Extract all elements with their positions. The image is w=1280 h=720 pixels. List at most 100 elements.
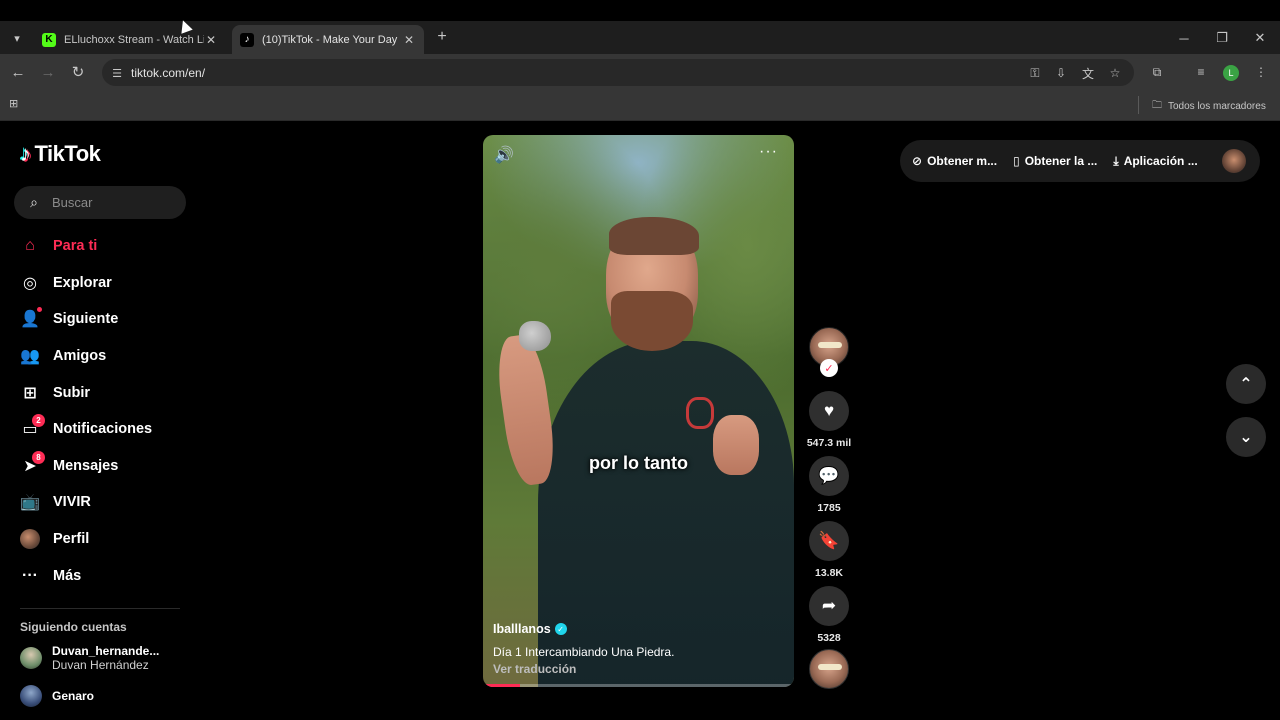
url-text: tiktok.com/en/	[131, 66, 206, 80]
tiktok-icon: ♪	[240, 32, 254, 47]
heart-icon[interactable]: ♥	[809, 391, 849, 431]
notification-badge: 2	[32, 414, 45, 428]
tab-tiktok[interactable]: ♪ (10)TikTok - Make Your Day ✕	[232, 25, 424, 54]
menu-kebab-icon[interactable]: ⋮	[1252, 63, 1270, 81]
search-input[interactable]	[52, 195, 172, 210]
restore-button[interactable]: ❐	[1204, 25, 1240, 51]
new-tab-button[interactable]: +	[432, 27, 452, 47]
bookmarks-divider	[1138, 96, 1139, 114]
get-coins-button[interactable]: ⊘ Obtener m...	[912, 154, 997, 168]
sidebar-item-label: Subir	[53, 384, 91, 401]
sidebar-item-label: Explorar	[53, 274, 112, 291]
previous-video-button[interactable]: ⌃	[1226, 364, 1266, 404]
share-icon[interactable]: ➦	[809, 586, 849, 626]
sidebar-item-label: Mensajes	[53, 457, 119, 474]
volume-icon[interactable]: 🔊	[493, 145, 515, 165]
bookmark-icon[interactable]: 🔖	[809, 521, 849, 561]
tab-kick-stream[interactable]: K ELluchoxx Stream - Watch Live ✕	[34, 25, 226, 54]
rock	[519, 321, 551, 351]
sidebar-item-mensajes[interactable]: ➤ 8 Mensajes	[20, 448, 152, 485]
get-app-label: Obtener la ...	[1024, 154, 1098, 168]
more-icon: ···	[22, 566, 38, 584]
next-video-button[interactable]: ⌄	[1226, 417, 1266, 457]
address-bar[interactable]: ☰ tiktok.com/en/ ⚿ ⇩ 文 ☆	[102, 59, 1134, 86]
download-icon: ⤓	[1113, 153, 1119, 168]
sidebar-item-amigos[interactable]: 👥 Amigos	[20, 338, 152, 375]
tab-search-button[interactable]: ▾	[6, 27, 28, 49]
save-count: 13.8K	[814, 567, 844, 579]
sidebar-item-explorar[interactable]: ◎ Explorar	[20, 265, 152, 302]
upload-icon: ⊞	[23, 384, 37, 402]
extensions-icon[interactable]: ⧉	[1148, 63, 1166, 81]
close-tab-icon[interactable]: ✕	[402, 33, 416, 47]
bookmark-star-icon[interactable]: ☆	[1106, 64, 1124, 82]
media-control-icon[interactable]: ≡	[1192, 63, 1210, 81]
like-count: 547.3 mil	[806, 437, 852, 449]
profile-avatar[interactable]: L	[1223, 65, 1239, 81]
message-badge: 8	[32, 450, 45, 464]
tiktok-logo[interactable]: ♪ TikTok	[20, 141, 101, 167]
comment-action[interactable]: 💬 1785	[806, 456, 852, 514]
sound-disc-icon[interactable]	[809, 649, 849, 689]
site-info-icon[interactable]: ☰	[108, 64, 126, 82]
sidebar-item-para-ti[interactable]: ⌂ Para ti	[20, 228, 152, 265]
avatar[interactable]	[1222, 149, 1246, 173]
install-app-icon[interactable]: ⇩	[1052, 64, 1070, 82]
sidebar-item-notificaciones[interactable]: ▭ 2 Notificaciones	[20, 411, 152, 448]
get-app-button[interactable]: ▯ Obtener la ...	[1013, 154, 1097, 168]
account-username: Genaro	[52, 689, 95, 703]
translate-link[interactable]: Ver traducción	[493, 662, 674, 676]
video-player[interactable]: por lo tanto 🔊 ··· Iballlanos ✓ Día 1 In…	[483, 135, 794, 687]
sidebar-item-subir[interactable]: ⊞ Subir	[20, 374, 152, 411]
search-box[interactable]: ⌕	[14, 186, 186, 219]
coin-icon: ⊘	[912, 154, 923, 168]
more-options-icon[interactable]: ···	[759, 143, 778, 161]
video-subject-hair	[609, 217, 699, 255]
close-tab-icon[interactable]: ✕	[204, 33, 218, 47]
sidebar-divider	[20, 608, 180, 609]
video-subject-beard	[611, 291, 693, 351]
close-window-button[interactable]: ✕	[1242, 25, 1278, 51]
sidebar-item-vivir[interactable]: 📺 VIVIR	[20, 484, 152, 521]
sidebar-item-label: Amigos	[53, 348, 107, 365]
following-icon: 👤	[20, 307, 42, 329]
sidebar-item-siguiente[interactable]: 👤 Siguiente	[20, 301, 152, 338]
avatar	[20, 685, 42, 707]
translate-icon[interactable]: 文	[1079, 64, 1097, 82]
reload-button[interactable]: ↻	[68, 62, 88, 82]
verified-icon: ✓	[554, 623, 567, 635]
sidebar-item-mas[interactable]: ··· Más	[20, 557, 152, 594]
avatar	[20, 647, 42, 669]
back-button[interactable]: ←	[8, 62, 28, 82]
comment-count: 1785	[817, 502, 841, 514]
share-action[interactable]: ➦ 5328	[806, 586, 852, 644]
video-author[interactable]: Iballlanos ✓	[493, 622, 674, 636]
messages-icon: ➤ 8	[20, 450, 45, 476]
video-progress-bar[interactable]	[483, 684, 794, 687]
video-info: Iballlanos ✓ Día 1 Intercambiando Una Pi…	[493, 622, 674, 676]
search-icon: ⌕	[30, 194, 38, 210]
forward-button[interactable]: →	[38, 62, 58, 82]
inbox-icon: ▭ 2	[20, 414, 45, 439]
followed-check-icon[interactable]: ✓	[820, 359, 838, 377]
sidebar-item-perfil[interactable]: Perfil	[20, 521, 152, 558]
video-description: Día 1 Intercambiando Una Piedra.	[493, 645, 675, 659]
following-account[interactable]: Genaro	[20, 685, 94, 707]
desktop-app-button[interactable]: ⤓ Aplicación ...	[1113, 154, 1197, 169]
following-account[interactable]: Duvan_hernande... Duvan Hernández	[20, 644, 159, 672]
new-dot	[37, 307, 42, 313]
save-action[interactable]: 🔖 13.8K	[806, 521, 852, 579]
apps-grid-icon[interactable]: ⊞	[9, 97, 23, 111]
all-bookmarks-button[interactable]: 🗀 Todos los marcadores	[1152, 98, 1266, 115]
sidebar-item-label: Más	[53, 567, 82, 584]
phone-icon: ▯	[1013, 154, 1020, 168]
sidebar-item-label: Siguiente	[53, 311, 119, 328]
sidebar-item-label: Notificaciones	[53, 421, 153, 438]
live-icon: 📺	[20, 494, 40, 512]
password-key-icon[interactable]: ⚿	[1026, 64, 1044, 82]
like-action[interactable]: ♥ 547.3 mil	[806, 391, 852, 449]
minimize-button[interactable]: ─	[1166, 25, 1202, 51]
comment-icon[interactable]: 💬	[809, 456, 849, 496]
sunglasses	[818, 664, 842, 670]
video-caption-overlay: por lo tanto	[589, 453, 688, 473]
